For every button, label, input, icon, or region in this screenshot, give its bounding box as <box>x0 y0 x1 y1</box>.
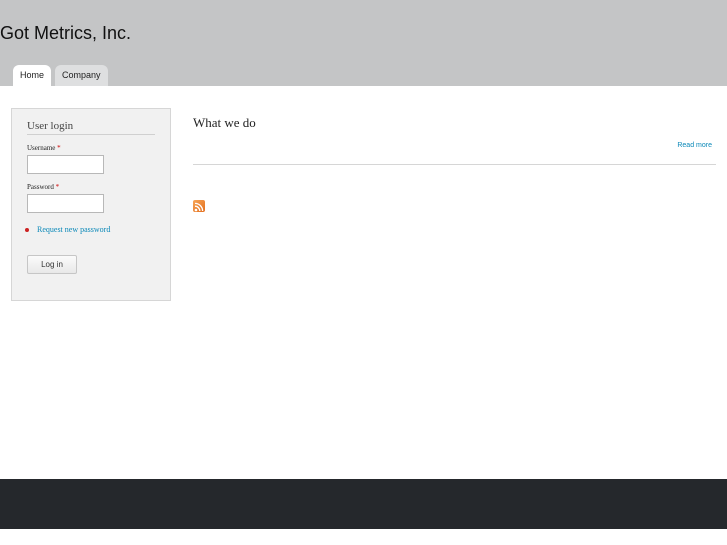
user-login-block: User login Username * Password * Request… <box>11 108 171 301</box>
primary-tabs: Home Company <box>13 65 108 86</box>
block-title: User login <box>27 120 155 135</box>
login-links: Request new password <box>25 225 110 234</box>
password-label: Password * <box>27 183 59 191</box>
request-new-password-link[interactable]: Request new password <box>37 225 110 234</box>
log-in-button[interactable]: Log in <box>27 255 77 274</box>
username-label-text: Username <box>27 144 56 152</box>
password-input[interactable] <box>27 194 104 213</box>
password-label-text: Password <box>27 183 54 191</box>
required-marker: * <box>57 144 61 152</box>
site-name[interactable]: Got Metrics, Inc. <box>0 23 131 44</box>
username-label: Username * <box>27 144 61 152</box>
required-marker: * <box>55 183 60 191</box>
bullet-icon <box>25 227 29 232</box>
read-more-link[interactable]: Read more <box>677 142 712 149</box>
list-item: Request new password <box>25 225 110 234</box>
rss-feed-glyph <box>194 202 204 212</box>
divider <box>193 164 716 165</box>
site-footer <box>0 479 727 529</box>
username-input[interactable] <box>27 155 104 174</box>
page-title[interactable]: What we do <box>193 115 256 131</box>
tab-company[interactable]: Company <box>55 65 108 86</box>
rss-feed-icon[interactable] <box>193 200 205 212</box>
site-header: Got Metrics, Inc. Home Company <box>0 0 727 86</box>
tab-home[interactable]: Home <box>13 65 52 86</box>
